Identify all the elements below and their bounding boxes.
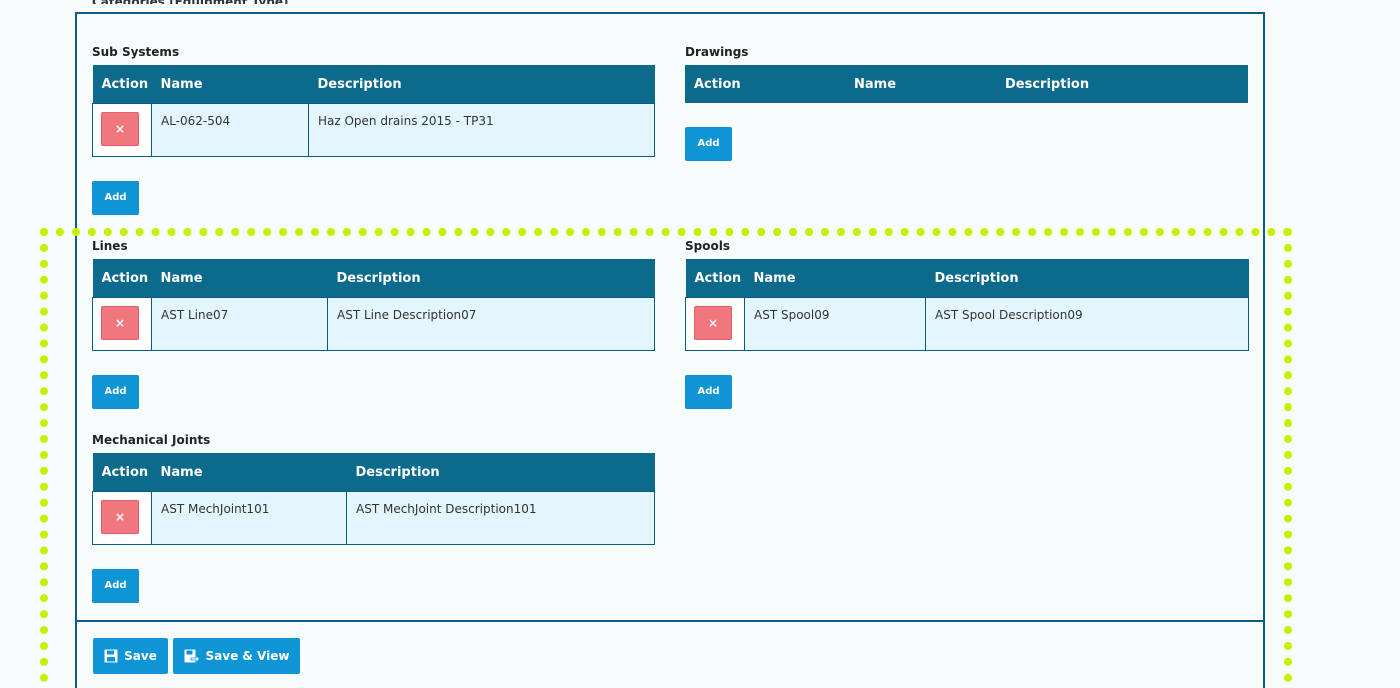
spools-table: Action Name Description × AST Spool09 AS… — [685, 259, 1249, 351]
delete-button[interactable]: × — [694, 306, 732, 340]
save-label: Save — [124, 649, 157, 663]
delete-button[interactable]: × — [101, 306, 139, 340]
lines-table: Action Name Description × AST Line07 AST… — [92, 259, 655, 351]
close-icon: × — [114, 316, 126, 330]
sub-systems-table: Action Name Description × AL-062-504 Haz… — [92, 65, 655, 157]
description-cell: AST MechJoint Description101 — [346, 491, 655, 545]
name-cell: AL-062-504 — [151, 103, 309, 157]
table-row: × AL-062-504 Haz Open drains 2015 - TP31 — [92, 103, 655, 157]
save-and-view-icon — [184, 649, 200, 663]
column-header-name: Name — [151, 453, 347, 492]
column-header-description: Description — [308, 65, 655, 104]
column-header-description: Description — [346, 453, 655, 492]
table-header-row: Action Name Description — [685, 65, 1248, 103]
spools-section: Spools Action Name Description × AST Spo… — [685, 238, 1249, 351]
column-header-action: Action — [92, 259, 152, 298]
action-cell: × — [92, 103, 152, 157]
column-header-action: Action — [685, 259, 745, 298]
clipped-section-heading: Categories (Equipment Type) — [92, 0, 289, 4]
drawings-table: Action Name Description — [685, 65, 1248, 103]
table-header-row: Action Name Description — [92, 259, 655, 298]
section-title: Lines — [92, 239, 128, 253]
column-header-action: Action — [92, 65, 152, 104]
add-sub-system-button[interactable]: Add — [92, 181, 139, 215]
save-and-view-label: Save & View — [205, 649, 290, 663]
column-header-description: Description — [327, 259, 655, 298]
name-cell: AST Spool09 — [744, 297, 926, 351]
column-header-name: Name — [744, 259, 926, 298]
column-header-description: Description — [925, 259, 1249, 298]
column-header-description: Description — [996, 65, 1248, 103]
description-cell: AST Spool Description09 — [925, 297, 1249, 351]
save-and-view-button[interactable]: Save & View — [173, 638, 300, 674]
column-header-action: Action — [92, 453, 152, 492]
footer-divider — [75, 620, 1265, 622]
table-header-row: Action Name Description — [92, 65, 655, 104]
add-drawing-button[interactable]: Add — [685, 127, 732, 161]
action-cell: × — [685, 297, 745, 351]
table-row: × AST Line07 AST Line Description07 — [92, 297, 655, 351]
table-header-row: Action Name Description — [92, 453, 655, 492]
add-mechanical-joint-button[interactable]: Add — [92, 569, 139, 603]
section-title: Spools — [685, 239, 730, 253]
delete-button[interactable]: × — [101, 500, 139, 534]
page: Categories (Equipment Type) Sub Systems … — [0, 0, 1400, 688]
column-header-name: Name — [151, 259, 328, 298]
description-cell: Haz Open drains 2015 - TP31 — [308, 103, 655, 157]
close-icon: × — [114, 510, 126, 524]
mechanical-joints-section: Mechanical Joints Action Name Descriptio… — [92, 432, 655, 545]
action-cell: × — [92, 491, 152, 545]
close-icon: × — [707, 316, 719, 330]
section-title: Mechanical Joints — [92, 433, 211, 447]
lines-section: Lines Action Name Description × AST Line… — [92, 238, 655, 351]
column-header-action: Action — [685, 65, 845, 103]
name-cell: AST MechJoint101 — [151, 491, 347, 545]
table-row: × AST MechJoint101 AST MechJoint Descrip… — [92, 491, 655, 545]
name-cell: AST Line07 — [151, 297, 328, 351]
mechanical-joints-table: Action Name Description × AST MechJoint1… — [92, 453, 655, 545]
close-icon: × — [114, 122, 126, 136]
add-spool-button[interactable]: Add — [685, 375, 732, 409]
table-row: × AST Spool09 AST Spool Description09 — [685, 297, 1249, 351]
delete-button[interactable]: × — [101, 112, 139, 146]
action-cell: × — [92, 297, 152, 351]
section-title: Drawings — [685, 45, 749, 59]
section-title: Sub Systems — [92, 45, 180, 59]
add-line-button[interactable]: Add — [92, 375, 139, 409]
drawings-section: Drawings Action Name Description — [685, 44, 1248, 103]
sub-systems-section: Sub Systems Action Name Description × AL… — [92, 44, 655, 157]
save-button[interactable]: Save — [93, 638, 168, 674]
floppy-disk-icon — [104, 649, 118, 663]
column-header-name: Name — [151, 65, 309, 104]
column-header-name: Name — [845, 65, 996, 103]
table-header-row: Action Name Description — [685, 259, 1249, 298]
description-cell: AST Line Description07 — [327, 297, 655, 351]
